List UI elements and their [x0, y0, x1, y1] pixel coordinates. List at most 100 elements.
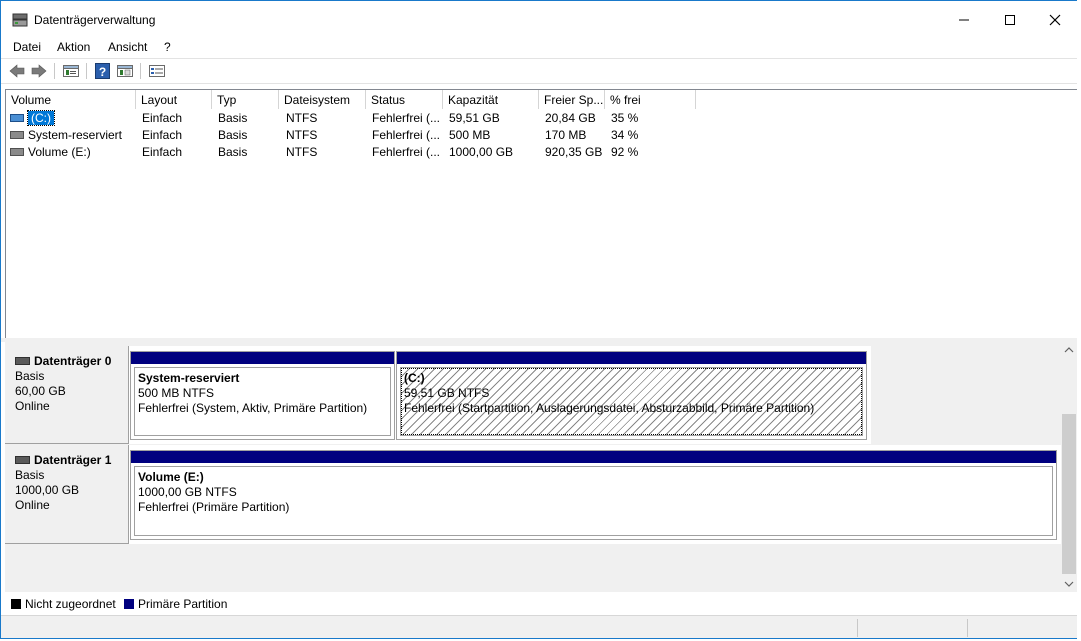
disk-0-partitions: System-reserviert 500 MB NTFS Fehlerfrei…: [129, 346, 871, 444]
toolbar-separator-line: [1, 83, 1078, 84]
cell-status: Fehlerfrei (...: [372, 111, 441, 125]
legend-label: Primäre Partition: [138, 597, 228, 611]
disk-icon: [15, 455, 30, 464]
volume-name-selected[interactable]: (C:): [27, 110, 55, 126]
toolbar-separator: [54, 63, 55, 79]
back-icon[interactable]: [8, 63, 26, 79]
scroll-down-icon[interactable]: [1064, 580, 1074, 588]
primary-partition-bar: [131, 451, 1056, 463]
menu-view[interactable]: Ansicht: [108, 40, 147, 54]
partition-size: 59,51 GB NTFS: [404, 386, 490, 400]
title-bar: Datenträgerverwaltung: [1, 1, 1078, 37]
menu-help[interactable]: ?: [164, 40, 171, 54]
disk-state: Online: [15, 399, 50, 413]
legend-swatch-unallocated: [11, 599, 21, 609]
partition-status: Fehlerfrei (Startpartition, Auslagerungs…: [404, 401, 815, 415]
cell-capacity: 1000,00 GB: [449, 145, 514, 159]
minimize-button[interactable]: [941, 5, 987, 35]
status-separator: [967, 619, 968, 637]
column-header-percent-free[interactable]: % frei: [605, 90, 696, 109]
scrollbar-thumb[interactable]: [1062, 414, 1076, 574]
cell-type: Basis: [218, 111, 248, 125]
partition-e[interactable]: Volume (E:) 1000,00 GB NTFS Fehlerfrei (…: [130, 450, 1057, 540]
help-icon[interactable]: ?: [94, 63, 112, 79]
disk-type: Basis: [15, 369, 45, 383]
cell-free-space: 170 MB: [545, 128, 587, 142]
close-button[interactable]: [1032, 5, 1078, 35]
disk-size: 1000,00 GB: [15, 483, 80, 497]
cell-status: Fehlerfrei (...: [372, 145, 441, 159]
menu-bar: Datei Aktion Ansicht ?: [1, 37, 1078, 57]
partition-info: Volume (E:) 1000,00 GB NTFS Fehlerfrei (…: [134, 466, 1053, 536]
volume-name: System-reserviert: [28, 128, 123, 142]
window-title: Datenträgerverwaltung: [34, 13, 156, 27]
table-row[interactable]: System-reserviert Einfach Basis NTFS Feh…: [6, 127, 1078, 144]
list-view-icon[interactable]: [148, 63, 166, 79]
status-separator: [857, 619, 858, 637]
disk-management-window: Datenträgerverwaltung Datei Aktion Ansic…: [0, 0, 1078, 639]
legend-swatch-primary: [124, 599, 134, 609]
window-edge: [1077, 0, 1081, 641]
scroll-up-icon[interactable]: [1064, 346, 1074, 354]
column-header-status[interactable]: Status: [366, 90, 443, 109]
properties-icon[interactable]: [62, 63, 80, 79]
toolbar-separator: [86, 63, 87, 79]
partition-c[interactable]: (C:) 59,51 GB NTFS Fehlerfrei (Startpart…: [396, 351, 867, 440]
disk-view-scrollbar[interactable]: [1061, 342, 1077, 592]
cell-type: Basis: [218, 145, 248, 159]
menu-action[interactable]: Aktion: [57, 40, 90, 54]
console-tree-icon[interactable]: [116, 63, 134, 79]
column-header-layout[interactable]: Layout: [136, 90, 212, 109]
volume-list[interactable]: Volume Layout Typ Dateisystem Status Kap…: [5, 89, 1078, 339]
partition-size: 1000,00 GB NTFS: [138, 485, 237, 499]
svg-text:?: ?: [99, 65, 106, 79]
primary-partition-bar: [131, 352, 394, 364]
legend-label: Nicht zugeordnet: [25, 597, 116, 611]
disk-0-label[interactable]: Datenträger 0 Basis 60,00 GB Online: [5, 346, 129, 444]
cell-percent-free: 92 %: [611, 145, 639, 159]
column-header-filesystem[interactable]: Dateisystem: [279, 90, 366, 109]
partition-status: Fehlerfrei (System, Aktiv, Primäre Parti…: [138, 401, 368, 415]
maximize-icon: [1005, 15, 1015, 25]
legend-item-primary: Primäre Partition: [124, 597, 227, 611]
volume-icon: [10, 113, 24, 122]
partition-info-selected: (C:) 59,51 GB NTFS Fehlerfrei (Startpart…: [400, 367, 863, 436]
partition-system-reserved[interactable]: System-reserviert 500 MB NTFS Fehlerfrei…: [130, 351, 395, 440]
cell-free-space: 20,84 GB: [545, 111, 596, 125]
forward-icon[interactable]: [30, 63, 48, 79]
cell-capacity: 500 MB: [449, 128, 491, 142]
cell-percent-free: 35 %: [611, 111, 639, 125]
cell-filesystem: NTFS: [286, 145, 318, 159]
cell-volume: (C:): [10, 110, 134, 127]
cell-layout: Einfach: [142, 128, 183, 142]
disk-1-partitions: Volume (E:) 1000,00 GB NTFS Fehlerfrei (…: [129, 445, 1061, 544]
legend: Nicht zugeordnet Primäre Partition: [5, 595, 1077, 615]
legend-item-unallocated: Nicht zugeordnet: [11, 597, 116, 611]
column-header-type[interactable]: Typ: [212, 90, 279, 109]
partition-name: System-reserviert: [138, 371, 240, 385]
disk-1-label[interactable]: Datenträger 1 Basis 1000,00 GB Online: [5, 445, 129, 544]
disk-state: Online: [15, 498, 50, 512]
disk-icon: [15, 356, 30, 365]
menu-file[interactable]: Datei: [13, 40, 41, 54]
close-icon: [1049, 14, 1061, 26]
volume-name: Volume (E:): [28, 145, 91, 159]
cell-volume: Volume (E:): [10, 144, 134, 161]
cell-layout: Einfach: [142, 111, 183, 125]
table-row[interactable]: (C:) Einfach Basis NTFS Fehlerfrei (... …: [6, 110, 1078, 127]
toolbar: ?: [1, 59, 1078, 83]
partition-info: System-reserviert 500 MB NTFS Fehlerfrei…: [134, 367, 391, 436]
disk-name: Datenträger 0: [34, 354, 112, 368]
toolbar-separator: [140, 63, 141, 79]
column-header-capacity[interactable]: Kapazität: [443, 90, 539, 109]
table-row[interactable]: Volume (E:) Einfach Basis NTFS Fehlerfre…: [6, 144, 1078, 161]
partition-size: 500 MB NTFS: [138, 386, 215, 400]
minimize-icon: [959, 19, 969, 21]
disk-graph-view: Datenträger 0 Basis 60,00 GB Online Syst…: [5, 342, 1077, 592]
volume-icon: [10, 147, 24, 156]
column-header-volume[interactable]: Volume: [6, 90, 136, 109]
column-header-free-space[interactable]: Freier Sp...: [539, 90, 605, 109]
volume-list-header: Volume Layout Typ Dateisystem Status Kap…: [6, 90, 1078, 109]
cell-free-space: 920,35 GB: [545, 145, 603, 159]
maximize-button[interactable]: [987, 5, 1033, 35]
